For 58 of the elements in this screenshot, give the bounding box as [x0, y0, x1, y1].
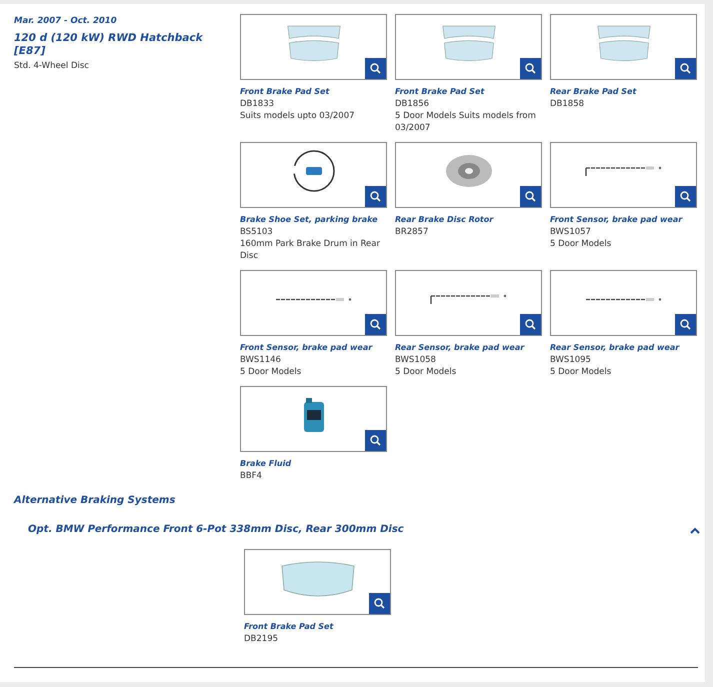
zoom-button[interactable]: [675, 186, 696, 207]
section-heading: Alternative Braking Systems: [14, 494, 176, 508]
product-note: 5 Door Models: [240, 366, 302, 378]
date-range: Mar. 2007 - Oct. 2010: [14, 15, 118, 27]
zoom-button[interactable]: [520, 58, 541, 79]
product-title[interactable]: Rear Brake Disc Rotor: [395, 214, 542, 226]
product-title[interactable]: Front Sensor, brake pad wear: [550, 214, 697, 226]
search-icon: [680, 319, 691, 330]
product-title[interactable]: Brake Fluid: [240, 458, 387, 470]
product-title[interactable]: Front Brake Pad Set: [240, 86, 387, 98]
product-code: BWS1058: [395, 354, 437, 366]
search-icon: [525, 191, 536, 202]
search-icon: [374, 598, 385, 609]
product-note: Suits models upto 03/2007: [240, 110, 356, 122]
product-note: 5 Door Models: [395, 366, 458, 378]
search-icon: [525, 319, 536, 330]
zoom-button[interactable]: [675, 314, 696, 335]
product-code: DB1833: [240, 98, 276, 110]
product-code: DB2195: [244, 633, 280, 645]
search-icon: [680, 63, 691, 74]
search-icon: [525, 63, 536, 74]
product-note: 5 Door Models Suits models from 03/2007: [395, 110, 537, 134]
zoom-button[interactable]: [520, 186, 541, 207]
zoom-button[interactable]: [365, 186, 386, 207]
zoom-button[interactable]: [520, 314, 541, 335]
fluid-bottle-drawing: [302, 398, 326, 432]
product-code: DB1856: [395, 98, 430, 110]
search-icon: [680, 191, 691, 202]
product-title[interactable]: Rear Brake Pad Set: [550, 86, 697, 98]
zoom-button[interactable]: [365, 314, 386, 335]
brake-type: Std. 4-Wheel Disc: [14, 60, 90, 72]
product-code: BWS1057: [550, 226, 592, 238]
zoom-button[interactable]: [365, 58, 386, 79]
search-icon: [370, 63, 381, 74]
product-code: BWS1146: [240, 354, 282, 366]
product-code: DB1858: [550, 98, 586, 110]
vehicle-model: 120 d (120 kW) RWD Hatchback [E87]: [14, 32, 204, 58]
product-note: 5 Door Models: [550, 366, 612, 378]
zoom-button[interactable]: [675, 58, 696, 79]
product-code: BR2857: [395, 226, 430, 238]
product-note: 5 Door Models: [550, 238, 612, 250]
accordion-header[interactable]: Opt. BMW Performance Front 6-Pot 338mm Disc, Rear 300mm Disc: [28, 523, 700, 537]
search-icon: [370, 435, 381, 446]
product-code: BWS1095: [550, 354, 592, 366]
product-title[interactable]: Front Sensor, brake pad wear: [240, 342, 387, 354]
product-note: 160mm Park Brake Drum in Rear Disc: [240, 238, 381, 262]
product-title[interactable]: Rear Sensor, brake pad wear: [550, 342, 697, 354]
product-title[interactable]: Rear Sensor, brake pad wear: [395, 342, 542, 354]
brake-disc-drawing: [444, 153, 494, 189]
product-title[interactable]: Brake Shoe Set, parking brake: [240, 214, 387, 226]
search-icon: [370, 191, 381, 202]
product-code: BBF4: [240, 470, 263, 482]
zoom-button[interactable]: [369, 593, 390, 614]
product-code: BS5103: [240, 226, 274, 238]
search-icon: [370, 319, 381, 330]
zoom-button[interactable]: [365, 430, 386, 451]
product-title[interactable]: Front Brake Pad Set: [244, 621, 391, 633]
product-title[interactable]: Front Brake Pad Set: [395, 86, 542, 98]
